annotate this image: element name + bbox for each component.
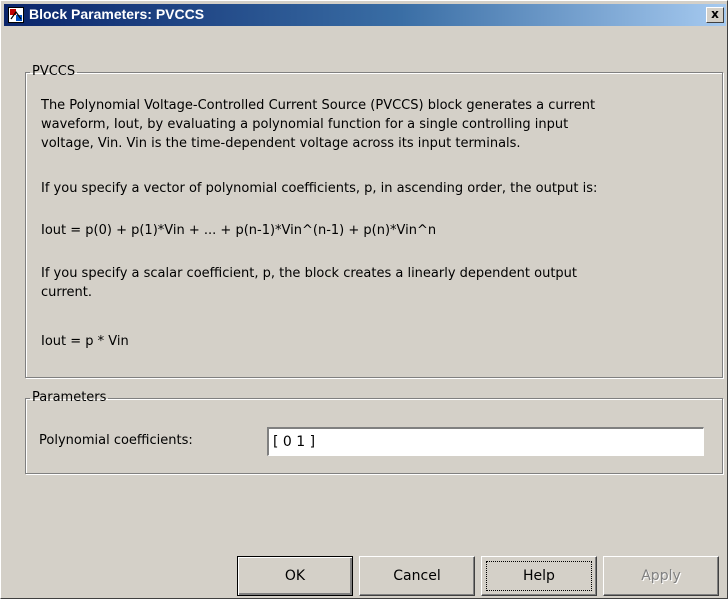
description-group-title: PVCCS [32, 64, 76, 79]
title-bar[interactable]: Block Parameters: PVCCS x [4, 4, 726, 26]
simulink-block-icon [8, 7, 24, 23]
description-line: The Polynomial Voltage-Controlled Curren… [41, 98, 596, 113]
ok-button[interactable]: OK [237, 556, 353, 596]
cancel-button[interactable]: Cancel [359, 556, 475, 596]
window-title: Block Parameters: PVCCS [29, 6, 205, 22]
description-line: waveform, Iout, by evaluating a polynomi… [41, 117, 569, 132]
description-line: If you specify a scalar coefficient, p, … [41, 266, 578, 281]
description-line: If you specify a vector of polynomial co… [41, 181, 598, 196]
cancel-button-label: Cancel [393, 568, 441, 584]
coefficients-input[interactable] [267, 427, 704, 456]
block-parameters-dialog: Block Parameters: PVCCS x PVCCS The Poly… [0, 0, 728, 599]
equation-line: Iout = p(0) + p(1)*Vin + ... + p(n-1)*Vi… [41, 223, 437, 238]
equation-line: Iout = p * Vin [41, 334, 129, 349]
description-line: voltage, Vin. Vin is the time-dependent … [41, 136, 521, 151]
ok-button-label: OK [284, 568, 306, 584]
help-button-label: Help [523, 568, 555, 584]
apply-button-label: Apply [641, 568, 681, 584]
parameters-group-title: Parameters [32, 390, 107, 405]
apply-button[interactable]: Apply [603, 556, 719, 596]
help-button[interactable]: Help [481, 556, 597, 596]
close-icon: x [711, 7, 719, 21]
description-line: current. [41, 285, 93, 300]
close-button[interactable]: x [706, 7, 724, 23]
coefficients-label: Polynomial coefficients: [39, 433, 193, 448]
